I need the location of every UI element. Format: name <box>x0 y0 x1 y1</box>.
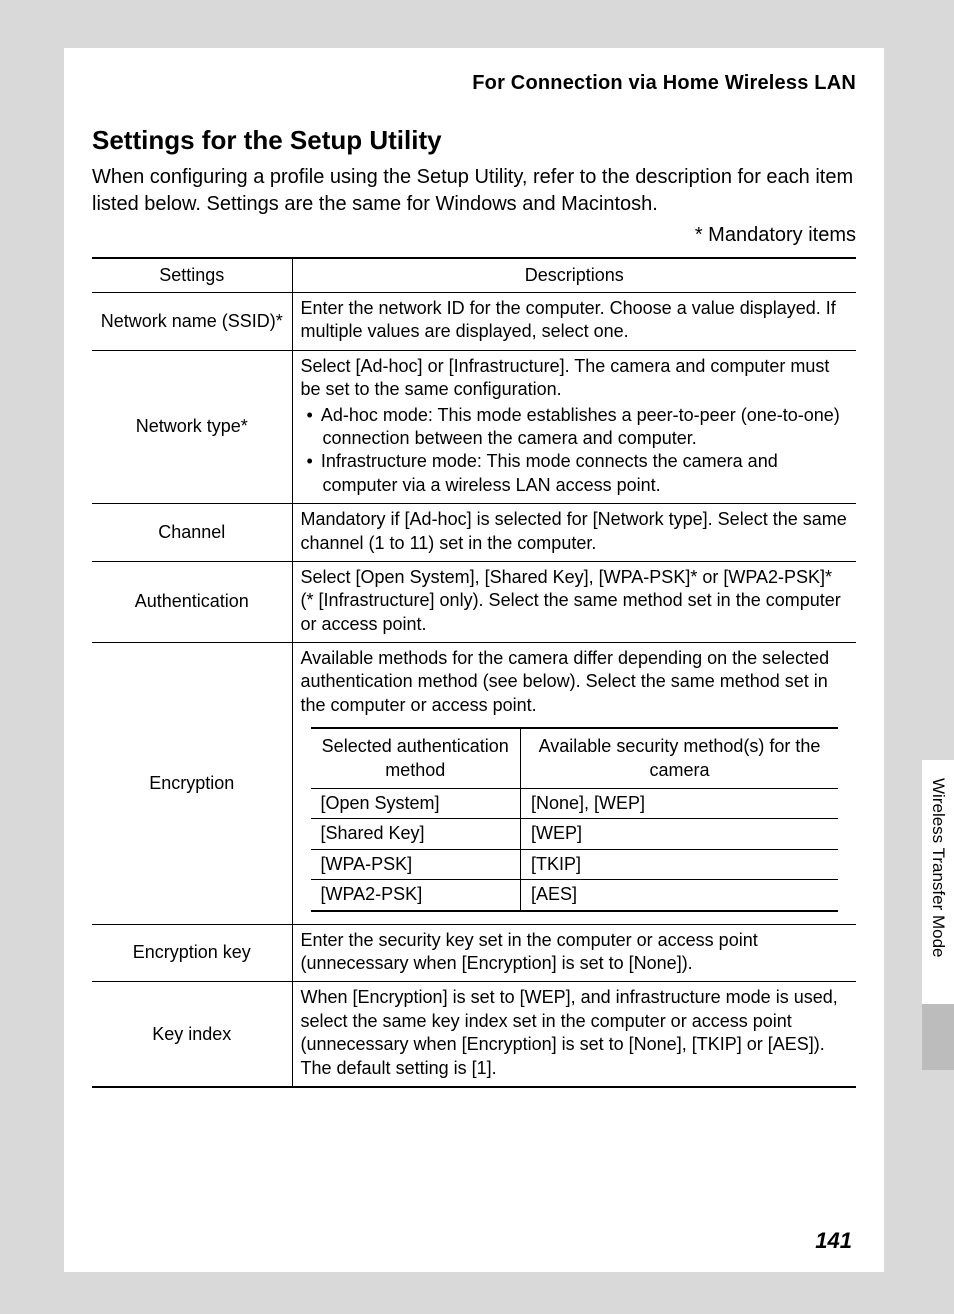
inner-avail: [WEP] <box>521 819 839 849</box>
side-tab-label: Wireless Transfer Mode <box>922 760 948 990</box>
table-row: [Shared Key] [WEP] <box>311 819 839 849</box>
inner-avail: [None], [WEP] <box>521 789 839 819</box>
inner-avail: [TKIP] <box>521 849 839 879</box>
col-header-descriptions: Descriptions <box>292 258 856 293</box>
side-tab: Wireless Transfer Mode <box>922 760 954 1070</box>
settings-table: Settings Descriptions Network name (SSID… <box>92 257 856 1088</box>
table-row: Encryption key Enter the security key se… <box>92 924 856 982</box>
inner-auth: [WPA2-PSK] <box>311 880 521 911</box>
side-tab-stub <box>922 1004 954 1070</box>
setting-description: Mandatory if [Ad-hoc] is selected for [N… <box>292 504 856 562</box>
table-row: [WPA2-PSK] [AES] <box>311 880 839 911</box>
setting-label: Channel <box>92 504 292 562</box>
desc-lead: Available methods for the camera differ … <box>301 648 830 715</box>
setting-description: Available methods for the camera differ … <box>292 643 856 925</box>
table-row: [WPA-PSK] [TKIP] <box>311 849 839 879</box>
setting-label: Encryption <box>92 643 292 925</box>
inner-auth: [Open System] <box>311 789 521 819</box>
table-row: Key index When [Encryption] is set to [W… <box>92 982 856 1087</box>
setting-label: Network type* <box>92 350 292 503</box>
setting-description: Enter the security key set in the comput… <box>292 924 856 982</box>
intro-paragraph: When configuring a profile using the Set… <box>92 164 856 218</box>
list-item: Ad-hoc mode: This mode establishes a pee… <box>301 404 849 451</box>
table-row: Encryption Available methods for the cam… <box>92 643 856 925</box>
list-item: Infrastructure mode: This mode connects … <box>301 450 849 497</box>
bullet-list: Ad-hoc mode: This mode establishes a pee… <box>301 404 849 498</box>
page-header: For Connection via Home Wireless LAN <box>92 72 856 95</box>
page-number: 141 <box>815 1228 852 1254</box>
table-row: Network name (SSID)* Enter the network I… <box>92 293 856 351</box>
setting-label: Authentication <box>92 561 292 642</box>
setting-label: Network name (SSID)* <box>92 293 292 351</box>
setting-label: Encryption key <box>92 924 292 982</box>
setting-label: Key index <box>92 982 292 1087</box>
setting-description: Enter the network ID for the computer. C… <box>292 293 856 351</box>
table-row: Authentication Select [Open System], [Sh… <box>92 561 856 642</box>
inner-col-avail: Available security method(s) for the cam… <box>521 728 839 788</box>
inner-col-auth: Selected authentication method <box>311 728 521 788</box>
setting-description: When [Encryption] is set to [WEP], and i… <box>292 982 856 1087</box>
setting-description: Select [Ad-hoc] or [Infrastructure]. The… <box>292 350 856 503</box>
page: For Connection via Home Wireless LAN Set… <box>64 48 884 1272</box>
table-row: Network type* Select [Ad-hoc] or [Infras… <box>92 350 856 503</box>
inner-auth: [WPA-PSK] <box>311 849 521 879</box>
inner-avail: [AES] <box>521 880 839 911</box>
mandatory-note: * Mandatory items <box>92 224 856 247</box>
table-row: Channel Mandatory if [Ad-hoc] is selecte… <box>92 504 856 562</box>
section-title: Settings for the Setup Utility <box>92 125 856 156</box>
inner-auth: [Shared Key] <box>311 819 521 849</box>
setting-description: Select [Open System], [Shared Key], [WPA… <box>292 561 856 642</box>
table-row: [Open System] [None], [WEP] <box>311 789 839 819</box>
encryption-inner-table: Selected authentication method Available… <box>311 727 839 911</box>
desc-lead: Select [Ad-hoc] or [Infrastructure]. The… <box>301 356 830 399</box>
col-header-settings: Settings <box>92 258 292 293</box>
